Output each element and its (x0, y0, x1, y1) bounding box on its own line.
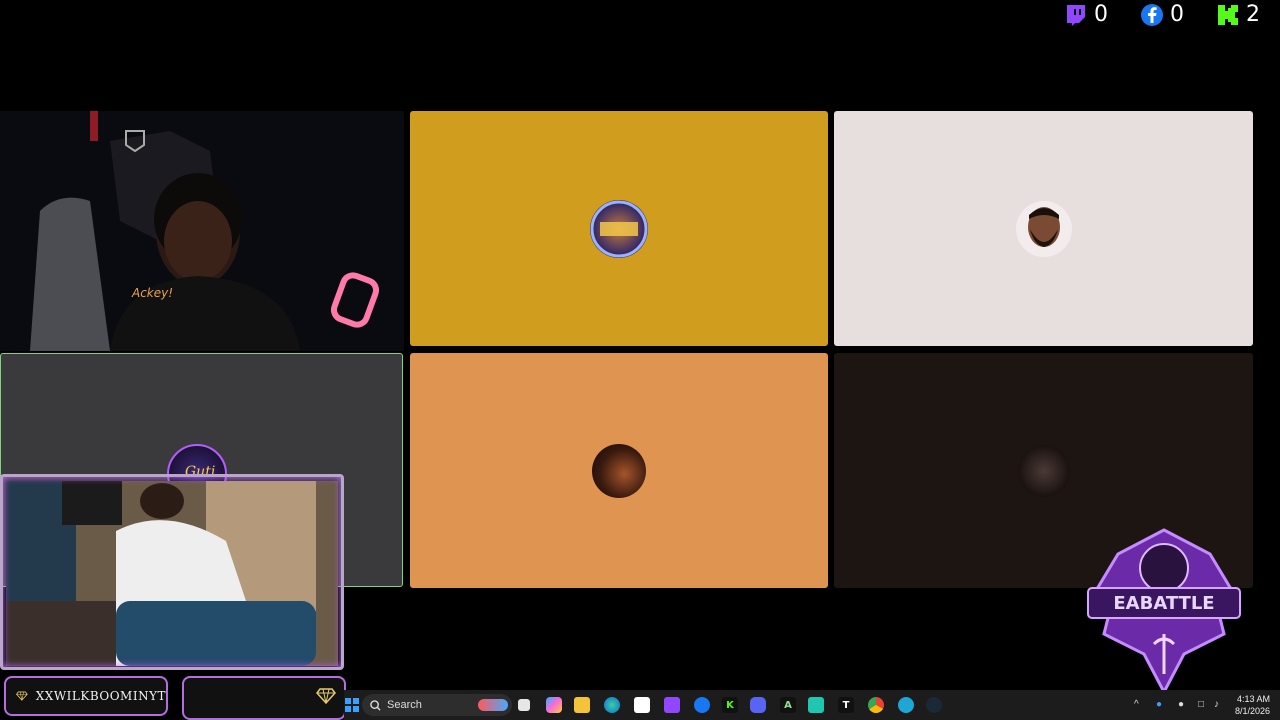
participant-tile-orange[interactable] (410, 353, 828, 588)
start-icon[interactable] (344, 697, 360, 713)
kick-counter: 2 (1216, 2, 1260, 27)
webcam-person-graphic: Ackey! (0, 111, 404, 351)
bluetooth-icon[interactable]: ● (1156, 699, 1162, 710)
microphone-icon[interactable]: ● (1178, 699, 1184, 710)
webcam-feed-main: Ackey! (0, 111, 404, 351)
kick-taskbar-icon[interactable]: K (722, 697, 738, 713)
kick-icon (1218, 4, 1238, 25)
webcam-frame-overlay (0, 474, 344, 670)
avatar-hooded (592, 443, 646, 498)
streamer-name: XXWILKBOOMINYT (35, 689, 166, 703)
facebook-counter: 0 (1140, 2, 1184, 27)
avatar-bearded-man (1015, 200, 1072, 257)
clock-time: 4:13 AM (1236, 694, 1270, 704)
twitch-icon (1067, 4, 1085, 26)
chrome-icon[interactable] (868, 697, 884, 713)
facebook-taskbar-icon[interactable] (694, 697, 710, 713)
avatar-40boyz (590, 199, 648, 258)
tray-chevron-icon[interactable]: ^ (1134, 699, 1139, 710)
tiktok-icon[interactable]: T (838, 697, 854, 713)
svg-text:EABATTLE: EABATTLE (1113, 593, 1214, 614)
twitch-taskbar-icon[interactable] (664, 697, 680, 713)
gaming-logo: EABATTLE (1084, 524, 1244, 696)
network-icon[interactable]: □ (1198, 699, 1204, 710)
taskbar-search[interactable]: Search (362, 694, 512, 716)
svg-text:Ackey!: Ackey! (131, 286, 173, 300)
twitch-count: 0 (1094, 2, 1108, 27)
search-placeholder: Search (387, 699, 422, 711)
volume-icon[interactable]: ♪ (1214, 699, 1219, 710)
facebook-icon (1141, 3, 1163, 26)
facebook-count: 0 (1170, 2, 1184, 27)
participant-tile-gold[interactable] (410, 111, 828, 346)
app-icon[interactable] (808, 697, 824, 713)
diamond-icon (16, 691, 28, 701)
search-icon (370, 699, 381, 711)
discord-icon[interactable] (750, 697, 766, 713)
participant-tile-light[interactable] (834, 111, 1253, 346)
steam-icon[interactable] (926, 697, 942, 713)
avatar-dark (1017, 444, 1070, 497)
file-explorer-icon[interactable] (574, 697, 590, 713)
search-highlight-icon (478, 699, 508, 711)
edge-icon[interactable] (604, 697, 620, 713)
copilot-icon[interactable] (546, 697, 562, 713)
task-view-icon[interactable] (518, 699, 530, 711)
windows-taskbar: Search K A T ^ ● ● □ ♪ 4:13 AM 8/1/2026 (344, 690, 1280, 720)
store-icon[interactable] (634, 697, 650, 713)
clock-date: 8/1/2026 (1234, 706, 1270, 716)
decorative-plate (182, 676, 346, 720)
tool-icon[interactable]: A (780, 697, 796, 713)
edge-dev-icon[interactable] (898, 697, 914, 713)
streamer-name-plate: XXWILKBOOMINYT (4, 676, 168, 716)
twitch-counter: 0 (1064, 2, 1108, 27)
taskbar-clock[interactable]: 4:13 AM 8/1/2026 (1235, 693, 1270, 717)
diamond-icon (316, 688, 336, 704)
kick-count: 2 (1246, 2, 1260, 27)
